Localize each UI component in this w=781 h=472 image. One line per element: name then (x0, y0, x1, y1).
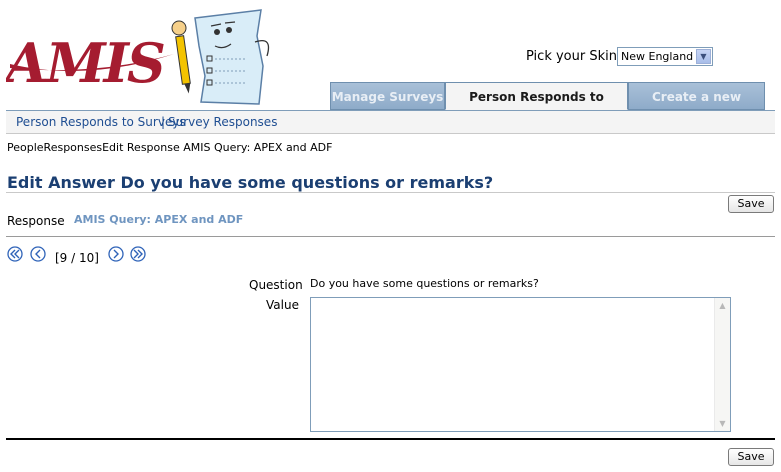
tab-manage-surveys[interactable]: Manage Surveys (330, 82, 445, 110)
scroll-down-icon[interactable]: ▼ (715, 416, 730, 431)
value-label: Value (266, 298, 299, 312)
value-textarea[interactable]: ▲ ▼ (310, 297, 731, 432)
skin-select-value: New England (621, 50, 694, 63)
response-value-link[interactable]: AMIS Query: APEX and ADF (74, 213, 243, 226)
subnav-bar: Person Responds to Surveys | Survey Resp… (6, 110, 775, 134)
subnav-link-survey-responses[interactable]: Survey Responses (168, 115, 277, 129)
response-divider (6, 236, 775, 237)
previous-page-icon[interactable] (30, 246, 46, 262)
tab-create-new-person[interactable]: Create a new Person (628, 82, 765, 132)
page-counter: [9 / 10] (55, 251, 99, 265)
save-button-bottom[interactable]: Save (728, 448, 774, 466)
textarea-scrollbar[interactable]: ▲ ▼ (714, 298, 730, 431)
chevron-down-icon[interactable]: ▼ (696, 49, 711, 64)
question-label: Question (249, 278, 303, 292)
subnav-separator: | (161, 115, 166, 129)
title-divider (6, 192, 775, 193)
skin-select[interactable]: New England ▼ (617, 47, 713, 66)
next-page-icon[interactable] (108, 246, 124, 262)
survey-mascot-image (165, 6, 275, 108)
form-bottom-divider (6, 438, 775, 440)
skin-label: Pick your Skin (526, 49, 617, 64)
amis-logo: AMIS (1, 24, 176, 95)
scroll-up-icon[interactable]: ▲ (715, 298, 730, 313)
question-text: Do you have some questions or remarks? (310, 277, 539, 290)
first-page-icon[interactable] (7, 246, 23, 262)
page-title: Edit Answer Do you have some questions o… (7, 173, 494, 192)
response-label: Response (7, 214, 65, 228)
last-page-icon[interactable] (130, 246, 146, 262)
save-button-top[interactable]: Save (728, 195, 774, 213)
logo-text: AMIS (6, 31, 164, 94)
breadcrumb: PeopleResponsesEdit Response AMIS Query:… (7, 141, 333, 154)
tab-person-responds-to-surveys[interactable]: Person Responds to Surveys (445, 82, 628, 132)
